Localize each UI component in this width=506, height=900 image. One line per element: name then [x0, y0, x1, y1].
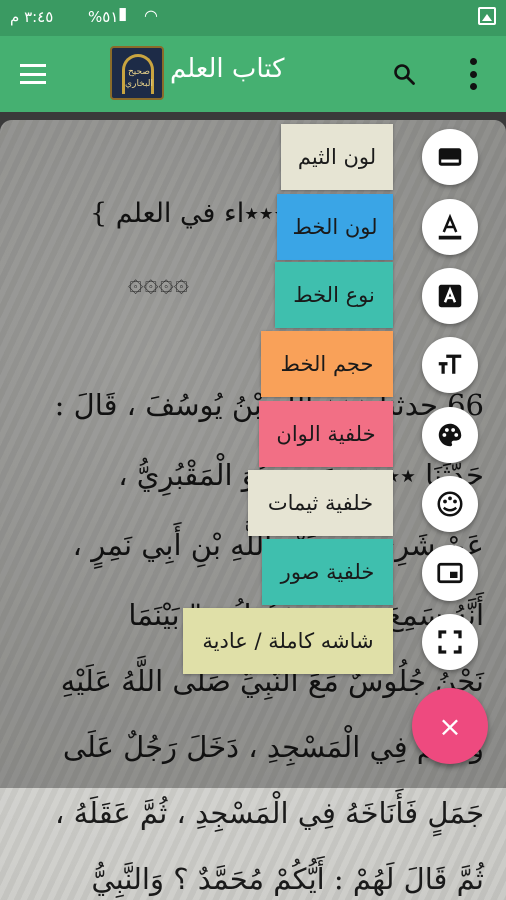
font-type-fab[interactable] — [422, 268, 478, 324]
app-bar: كتاب العلم صحيح البخاري — [0, 36, 506, 112]
menu-label-font-type[interactable]: نوع الخط — [275, 262, 393, 328]
signal-icon: ▮ — [118, 4, 128, 24]
theme-fab[interactable] — [422, 476, 478, 532]
menu-label-font-color[interactable]: لون الخط — [277, 194, 393, 260]
hamburger-menu-icon[interactable] — [20, 64, 46, 84]
text-line: ثُمَّ قَالَ لَهُمْ : أَيُّكُمْ مُحَمَّدٌ… — [91, 862, 484, 896]
text-line: جَمَلٍ فَأَنَاخَهُ فِي الْمَسْجِدِ ، ثُم… — [55, 796, 484, 830]
picture-icon — [437, 562, 463, 584]
theme-icon — [437, 491, 463, 517]
menu-label-theme-color[interactable]: لون الثيم — [281, 124, 393, 190]
picture-fab[interactable] — [422, 545, 478, 601]
palette-icon — [438, 423, 462, 447]
text-color-fab[interactable] — [422, 199, 478, 255]
text-color-icon — [438, 213, 462, 240]
wifi-icon: ◠ — [144, 6, 158, 25]
menu-label-theme-background[interactable]: خلفية ثيمات — [248, 470, 393, 536]
text-size-icon — [438, 354, 462, 374]
font-type-icon — [438, 284, 462, 308]
battery-percent: %٥١ — [88, 8, 119, 26]
app-title: كتاب العلم — [170, 54, 285, 84]
palette-fab[interactable] — [422, 407, 478, 463]
search-icon[interactable] — [392, 62, 416, 86]
subtitles-fab[interactable] — [422, 129, 478, 185]
status-time: ٣:٤٥ م — [10, 8, 54, 26]
fullscreen-icon — [438, 630, 462, 654]
logo-text: صحيح البخاري — [125, 67, 153, 89]
menu-label-fullscreen[interactable]: شاشه كاملة / عادية — [183, 608, 393, 674]
status-bar: ٣:٤٥ م %٥١ ▮ ◠ — [0, 0, 506, 36]
subtitles-icon — [438, 148, 462, 166]
close-menu-button[interactable]: × — [412, 688, 488, 764]
menu-label-font-size[interactable]: حجم الخط — [261, 331, 393, 397]
fullscreen-fab[interactable] — [422, 614, 478, 670]
menu-label-image-background[interactable]: خلفية صور — [262, 539, 393, 605]
more-options-icon[interactable] — [462, 56, 484, 92]
menu-label-color-background[interactable]: خلفية الوان — [259, 401, 393, 467]
gallery-icon — [478, 7, 496, 25]
text-size-fab[interactable] — [422, 337, 478, 393]
app-logo: صحيح البخاري — [110, 46, 164, 100]
